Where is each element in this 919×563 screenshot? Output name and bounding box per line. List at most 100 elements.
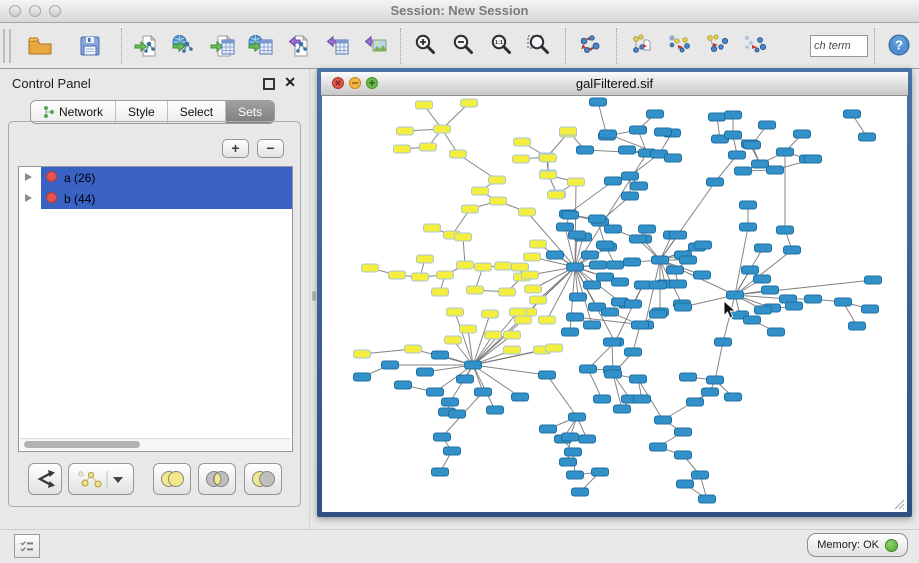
graph-node-blue[interactable] [677, 480, 694, 488]
tab-select[interactable]: Select [168, 101, 226, 123]
graph-node-blue[interactable] [547, 251, 564, 259]
graph-edge[interactable] [615, 285, 643, 342]
graph-node-blue[interactable] [590, 98, 607, 106]
remove-set-button[interactable]: − [257, 139, 284, 158]
graph-node-yellow[interactable] [513, 155, 530, 163]
graph-node-blue[interactable] [727, 291, 744, 299]
graph-node-yellow[interactable] [445, 336, 462, 344]
graph-node-yellow[interactable] [539, 316, 556, 324]
import-network-from-file-button[interactable] [129, 26, 165, 66]
search-input[interactable] [810, 35, 868, 57]
graph-node-yellow[interactable] [472, 187, 489, 195]
graph-node-blue[interactable] [744, 316, 761, 324]
apply-layout-button[interactable] [573, 26, 609, 66]
graph-node-blue[interactable] [675, 303, 692, 311]
graph-node-blue[interactable] [744, 141, 761, 149]
graph-node-blue[interactable] [567, 313, 584, 321]
graph-node-blue[interactable] [624, 258, 641, 266]
graph-node-blue[interactable] [572, 488, 589, 496]
graph-node-yellow[interactable] [519, 208, 536, 216]
graph-node-yellow[interactable] [437, 271, 454, 279]
graph-node-blue[interactable] [849, 322, 866, 330]
graph-node-blue[interactable] [707, 178, 724, 186]
add-set-button[interactable]: + [222, 139, 249, 158]
graph-node-blue[interactable] [619, 146, 636, 154]
graph-node-yellow[interactable] [405, 345, 422, 353]
difference-sets-button[interactable] [244, 463, 282, 495]
graph-node-blue[interactable] [540, 425, 557, 433]
graph-node-yellow[interactable] [450, 150, 467, 158]
network-window-title-bar[interactable]: galFiltered.sif [321, 72, 908, 96]
graph-node-blue[interactable] [702, 388, 719, 396]
graph-node-yellow[interactable] [495, 262, 512, 270]
graph-node-blue[interactable] [729, 151, 746, 159]
export-table-button[interactable] [319, 26, 355, 66]
horizontal-scrollbar[interactable] [20, 438, 291, 450]
zoom-out-button[interactable] [446, 26, 482, 66]
graph-node-blue[interactable] [584, 321, 601, 329]
graph-node-blue[interactable] [695, 241, 712, 249]
graph-node-blue[interactable] [768, 328, 785, 336]
zoom-window-icon[interactable] [49, 5, 61, 17]
tab-style[interactable]: Style [116, 101, 168, 123]
graph-node-blue[interactable] [687, 398, 704, 406]
graph-node-blue[interactable] [639, 225, 656, 233]
union-sets-button[interactable] [153, 463, 191, 495]
graph-node-blue[interactable] [582, 251, 599, 259]
graph-node-yellow[interactable] [525, 285, 542, 293]
splitter-handle-icon[interactable] [312, 291, 316, 301]
graph-node-blue[interactable] [655, 128, 672, 136]
graph-node-blue[interactable] [767, 166, 784, 174]
graph-node-blue[interactable] [432, 468, 449, 476]
graph-node-blue[interactable] [650, 310, 667, 318]
graph-node-yellow[interactable] [548, 191, 565, 199]
graph-node-yellow[interactable] [424, 224, 441, 232]
graph-node-blue[interactable] [835, 298, 852, 306]
graph-node-yellow[interactable] [485, 331, 502, 339]
graph-node-blue[interactable] [512, 393, 529, 401]
graph-node-yellow[interactable] [417, 255, 434, 263]
graph-node-blue[interactable] [630, 375, 647, 383]
graph-node-blue[interactable] [865, 276, 882, 284]
graph-node-blue[interactable] [487, 406, 504, 414]
graph-node-yellow[interactable] [512, 263, 529, 271]
graph-node-blue[interactable] [862, 305, 879, 313]
graph-node-blue[interactable] [699, 495, 716, 503]
graph-node-blue[interactable] [457, 375, 474, 383]
tab-sets[interactable]: Sets [226, 101, 274, 123]
graph-node-yellow[interactable] [394, 145, 411, 153]
graph-node-blue[interactable] [562, 328, 579, 336]
set-row[interactable]: b (44) [19, 188, 292, 209]
graph-node-blue[interactable] [754, 275, 771, 283]
graph-node-blue[interactable] [604, 338, 621, 346]
graph-node-blue[interactable] [625, 300, 642, 308]
graph-node-yellow[interactable] [447, 308, 464, 316]
graph-node-blue[interactable] [539, 371, 556, 379]
zoom-selected-region-button[interactable] [522, 26, 558, 66]
graph-node-blue[interactable] [602, 308, 619, 316]
graph-node-yellow[interactable] [489, 176, 506, 184]
graph-node-blue[interactable] [449, 410, 466, 418]
graph-node-yellow[interactable] [475, 263, 492, 271]
graph-node-blue[interactable] [715, 338, 732, 346]
graph-node-blue[interactable] [475, 388, 492, 396]
graph-node-yellow[interactable] [354, 350, 371, 358]
graph-node-blue[interactable] [784, 246, 801, 254]
graph-node-blue[interactable] [844, 110, 861, 118]
graph-node-yellow[interactable] [462, 205, 479, 213]
graph-node-blue[interactable] [557, 223, 574, 231]
expander-triangle-icon[interactable] [25, 194, 32, 202]
graph-node-blue[interactable] [622, 192, 639, 200]
memory-status-button[interactable]: Memory: OK [807, 533, 908, 557]
graph-node-blue[interactable] [600, 130, 617, 138]
graph-edge[interactable] [547, 375, 577, 417]
graph-node-blue[interactable] [567, 471, 584, 479]
graph-node-yellow[interactable] [504, 346, 521, 354]
help-button[interactable]: ? [882, 26, 918, 66]
graph-node-blue[interactable] [632, 321, 649, 329]
hide-selected-button[interactable] [662, 26, 698, 66]
graph-node-blue[interactable] [647, 110, 664, 118]
graph-node-blue[interactable] [607, 261, 624, 269]
graph-edge[interactable] [613, 374, 622, 409]
graph-node-yellow[interactable] [510, 308, 527, 316]
